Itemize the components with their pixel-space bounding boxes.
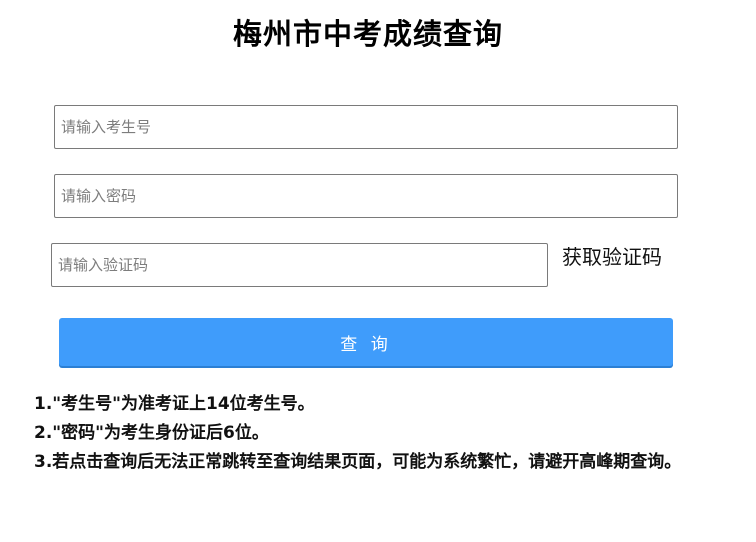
captcha-input[interactable] xyxy=(51,243,548,287)
password-input[interactable] xyxy=(54,174,678,218)
score-query-page: 梅州市中考成绩查询 获取验证码 查 询 1."考生号"为准考证上14位考生号。 … xyxy=(0,0,756,542)
note-item: 3.若点击查询后无法正常跳转至查询结果页面，可能为系统繁忙，请避开高峰期查询。 xyxy=(34,452,682,472)
query-button[interactable]: 查 询 xyxy=(59,318,673,366)
get-captcha-link[interactable]: 获取验证码 xyxy=(562,242,662,272)
page-title: 梅州市中考成绩查询 xyxy=(232,17,503,51)
notes: 1."考生号"为准考证上14位考生号。 2."密码"为考生身份证后6位。 3.若… xyxy=(34,390,706,477)
note-item: 1."考生号"为准考证上14位考生号。 xyxy=(34,394,315,414)
note-item: 2."密码"为考生身份证后6位。 xyxy=(34,423,269,443)
student-id-input[interactable] xyxy=(54,105,678,149)
